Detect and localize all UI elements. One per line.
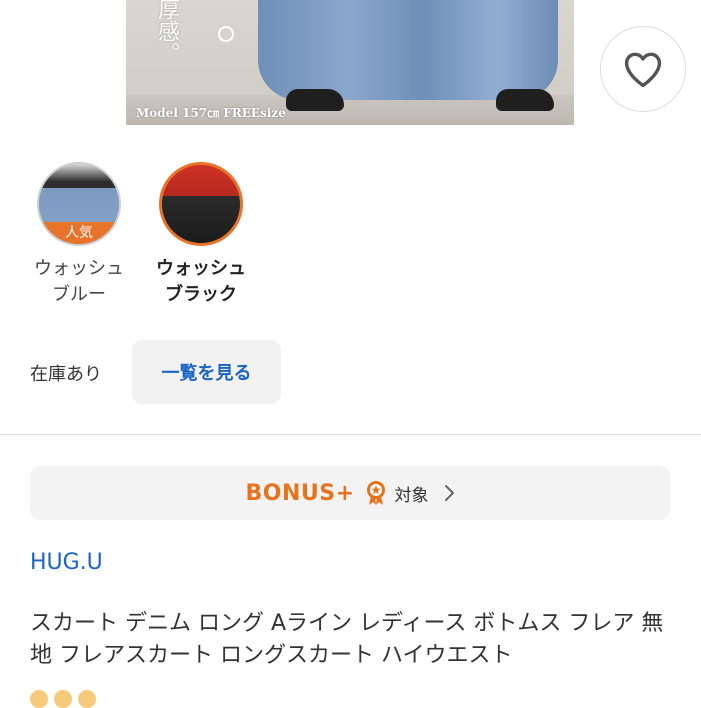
bonus-plus-logo: BONUS+: [245, 480, 355, 506]
variant-label-line1: ウォッシュ: [156, 258, 246, 279]
shoe-right-graphic: [496, 89, 554, 111]
star-icon: [78, 690, 96, 708]
image-caption: Model 157㎝ FREEsize: [136, 106, 286, 120]
medal-icon: [366, 481, 385, 505]
image-circle-mark: [218, 26, 234, 42]
rating-stars: [30, 690, 96, 708]
variant-label-line2: ブルー: [52, 284, 106, 305]
view-list-button[interactable]: 一覧を見る: [132, 340, 281, 404]
star-icon: [30, 690, 48, 708]
denim-skirt-graphic: [258, 0, 558, 100]
variant-label: ウォッシュ ブルー: [24, 256, 134, 308]
variant-wash-black[interactable]: ウォッシュ ブラック: [146, 162, 256, 308]
brand-link[interactable]: HUG.U: [30, 550, 103, 575]
variant-label-line1: ウォッシュ: [34, 258, 124, 279]
popular-badge: 人気: [39, 222, 119, 244]
variant-label: ウォッシュ ブラック: [146, 256, 256, 308]
variant-thumbnail: [159, 162, 243, 246]
heart-icon: [624, 52, 662, 88]
section-divider: [0, 434, 701, 435]
star-icon: [54, 690, 72, 708]
product-image[interactable]: 厚感。 Model 157㎝ FREEsize: [126, 0, 574, 125]
variant-thumbnail: 人気: [37, 162, 121, 246]
favorite-button[interactable]: [600, 26, 686, 112]
stock-status: 在庫あり: [30, 364, 102, 385]
product-title: スカート デニム ロング Aライン レディース ボトムス フレア 無地 フレアス…: [30, 611, 664, 668]
bonus-target-label: 対象: [394, 485, 429, 506]
shoe-left-graphic: [286, 89, 344, 111]
variant-label-line2: ブラック: [165, 284, 237, 305]
image-vertical-text: 厚感。: [154, 0, 179, 64]
variant-wash-blue[interactable]: 人気 ウォッシュ ブルー: [24, 162, 134, 308]
chevron-right-icon: [444, 485, 454, 501]
bonus-plus-banner[interactable]: BONUS+ 対象: [30, 466, 670, 520]
